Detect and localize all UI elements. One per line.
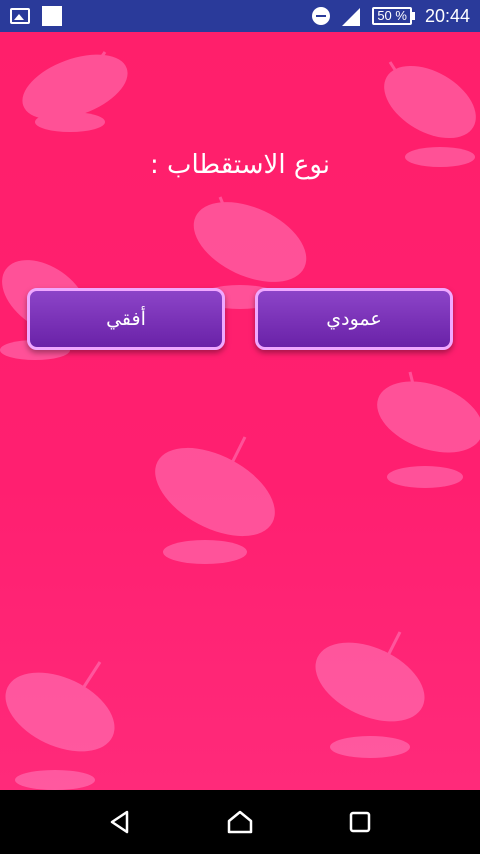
satellite-dish-icon	[315, 631, 425, 758]
status-bar: 50 % 20:44	[0, 0, 480, 32]
back-icon	[110, 810, 129, 834]
back-button[interactable]	[100, 802, 140, 842]
battery-label: 50 %	[372, 7, 412, 25]
satellite-dish-icon	[377, 371, 480, 488]
satellite-dish-icon	[22, 51, 128, 132]
horizontal-button[interactable]: أفقي	[27, 288, 225, 350]
battery-icon: 50 %	[372, 7, 415, 25]
navigation-bar	[0, 790, 480, 854]
gallery-icon	[10, 8, 30, 24]
home-icon	[227, 810, 253, 834]
battery-tip	[411, 12, 415, 20]
do-not-disturb-icon	[312, 7, 331, 25]
satellite-dish-icon	[5, 661, 115, 790]
home-button[interactable]	[220, 802, 260, 842]
clock: 20:44	[424, 5, 470, 26]
vertical-button[interactable]: عمودي	[255, 288, 453, 350]
signal-icon	[342, 8, 361, 26]
page-title: نوع الاستقطاب :	[149, 150, 331, 180]
recents-button[interactable]	[340, 802, 380, 842]
square-icon	[42, 6, 62, 26]
status-left	[10, 6, 62, 26]
recents-icon	[349, 811, 371, 833]
status-right: 50 % 20:44	[312, 6, 470, 27]
satellite-dish-icon	[155, 436, 275, 564]
main-screen: نوع الاستقطاب : أفقي عمودي	[0, 32, 480, 790]
